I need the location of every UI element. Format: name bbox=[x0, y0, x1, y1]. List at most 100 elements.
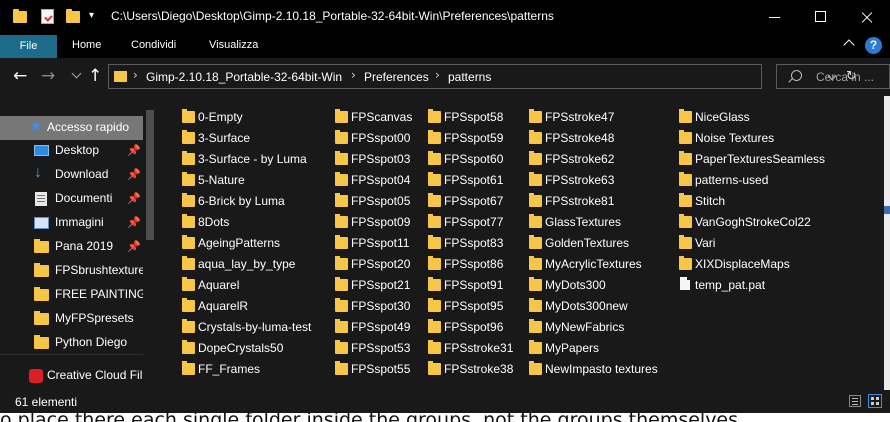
folder-icon bbox=[428, 235, 441, 249]
desktop-background-strip bbox=[884, 96, 890, 390]
sidebar-item-desktop[interactable]: Desktop 📌 bbox=[0, 139, 143, 163]
folder-icon bbox=[335, 256, 348, 270]
folder-icon bbox=[428, 361, 441, 375]
back-arrow-icon[interactable]: ← bbox=[13, 66, 27, 86]
sidebar-item-creative-cloud[interactable]: Creative Cloud Fil bbox=[0, 364, 143, 388]
folder-icon bbox=[529, 319, 542, 333]
tab-file[interactable]: File bbox=[0, 35, 57, 58]
minimize-button[interactable] bbox=[752, 0, 798, 35]
item-label: FPSspot59 bbox=[444, 131, 504, 145]
folder-icon bbox=[182, 235, 195, 249]
item-label: NiceGlass bbox=[695, 110, 750, 124]
sidebar-item-label: Pana 2019 bbox=[55, 239, 114, 253]
sidebar-item-documenti[interactable]: Documenti 📌 bbox=[0, 187, 143, 211]
folder-icon bbox=[335, 319, 348, 333]
tab-visualizza[interactable]: Visualizza bbox=[209, 39, 258, 51]
folder-icon bbox=[529, 235, 542, 249]
quick-access-dropdown-icon[interactable]: ▾ bbox=[89, 10, 94, 21]
download-icon: ↓ bbox=[34, 164, 42, 181]
folder-icon bbox=[428, 172, 441, 186]
sidebar-item-label: Desktop bbox=[55, 143, 100, 157]
item-label: 0-Empty bbox=[198, 110, 243, 124]
sidebar-item-pana-2019[interactable]: Pana 2019 📌 bbox=[0, 235, 143, 259]
pin-icon: 📌 bbox=[127, 241, 141, 253]
folder-icon bbox=[428, 193, 441, 207]
folder-icon bbox=[428, 109, 441, 123]
item-label: FPSspot11 bbox=[351, 236, 410, 250]
item-label: MyAcrylicTextures bbox=[545, 257, 642, 271]
new-folder-icon[interactable] bbox=[66, 9, 80, 23]
sidebar-item-free-painting[interactable]: FREE PAINTING F bbox=[0, 283, 143, 307]
item-label: FPSspot60 bbox=[444, 152, 504, 166]
folder-icon bbox=[335, 214, 348, 228]
desktop-icon bbox=[34, 145, 49, 156]
folder-icon bbox=[679, 256, 692, 270]
search-box[interactable]: Cerca in ... bbox=[776, 64, 890, 89]
pin-icon: 📌 bbox=[127, 145, 141, 157]
item-label: FPSspot67 bbox=[444, 194, 504, 208]
search-input[interactable]: Cerca in ... bbox=[816, 70, 874, 84]
breadcrumb-gimp[interactable]: Gimp-2.10.18_Portable-32-64bit-Win bbox=[146, 70, 342, 84]
item-label: FPSspot09 bbox=[351, 215, 411, 229]
breadcrumb-separator-icon[interactable]: › bbox=[435, 68, 440, 82]
tab-condividi[interactable]: Condividi bbox=[131, 39, 176, 51]
item-label: Noise Textures bbox=[695, 131, 775, 145]
item-label: FPSstroke47 bbox=[545, 110, 615, 124]
item-label: temp_pat.pat bbox=[695, 278, 766, 292]
sidebar-item-myfpspresets[interactable]: MyFPSpresets bbox=[0, 307, 143, 331]
breadcrumb-separator-icon[interactable]: › bbox=[133, 68, 138, 82]
status-bar: 61 elementi bbox=[0, 390, 890, 413]
tab-home[interactable]: Home bbox=[72, 39, 101, 51]
folder-icon bbox=[529, 172, 542, 186]
folder-icon bbox=[679, 214, 692, 228]
sidebar-item-accesso-rapido[interactable]: ★ Accesso rapido bbox=[0, 116, 143, 140]
collapse-ribbon-icon[interactable] bbox=[843, 39, 855, 51]
properties-icon[interactable] bbox=[41, 9, 54, 24]
breadcrumb-preferences[interactable]: Preferences bbox=[364, 70, 429, 84]
folder-icon bbox=[335, 235, 348, 249]
close-button[interactable] bbox=[844, 0, 890, 35]
sidebar-item-immagini[interactable]: Immagini 📌 bbox=[0, 211, 143, 235]
forward-arrow-icon[interactable]: → bbox=[41, 66, 55, 86]
item-label: VanGoghStrokeCol22 bbox=[695, 215, 811, 229]
creative-cloud-icon bbox=[29, 369, 43, 383]
folder-icon bbox=[679, 235, 692, 249]
details-view-icon[interactable] bbox=[849, 395, 861, 407]
folder-icon bbox=[182, 193, 195, 207]
folder-icon bbox=[335, 361, 348, 375]
sidebar-scrollbar[interactable] bbox=[143, 110, 157, 240]
folder-icon bbox=[529, 193, 542, 207]
folder-icon bbox=[182, 214, 195, 228]
pin-icon: 📌 bbox=[127, 193, 141, 205]
help-icon[interactable]: ? bbox=[865, 37, 882, 54]
documents-icon bbox=[35, 192, 47, 206]
item-label: FPSspot04 bbox=[351, 173, 411, 187]
folder-icon bbox=[182, 361, 195, 375]
sidebar-item-label: Download bbox=[55, 167, 109, 181]
up-arrow-icon[interactable]: ↑ bbox=[88, 66, 102, 86]
sidebar-item-label: Accesso rapido bbox=[47, 120, 130, 134]
item-label: FPSstroke62 bbox=[545, 152, 615, 166]
recent-locations-icon[interactable] bbox=[71, 68, 82, 79]
item-label: Stitch bbox=[695, 194, 726, 208]
window-title: C:\Users\Diego\Desktop\Gimp-2.10.18_Port… bbox=[111, 9, 554, 23]
sidebar-item-fpsbrushtexture[interactable]: FPSbrushtexture bbox=[0, 259, 143, 283]
sidebar-item-label: FREE PAINTING F bbox=[55, 287, 143, 301]
sidebar-item-download[interactable]: ↓ Download 📌 bbox=[0, 163, 143, 187]
maximize-button[interactable] bbox=[798, 0, 844, 35]
address-bar[interactable]: › Gimp-2.10.18_Portable-32-64bit-Win › P… bbox=[108, 64, 857, 89]
item-label: MyDots300 bbox=[545, 278, 606, 292]
folder-icon bbox=[335, 109, 348, 123]
sidebar-item-python-diego[interactable]: Python Diego bbox=[0, 331, 143, 355]
item-label: FPSspot86 bbox=[444, 257, 504, 271]
folder-icon bbox=[335, 172, 348, 186]
breadcrumb-patterns[interactable]: patterns bbox=[448, 70, 491, 84]
item-label: 3-Surface - by Luma bbox=[198, 152, 307, 166]
breadcrumb-separator-icon[interactable]: › bbox=[351, 68, 356, 82]
folder-icon bbox=[679, 193, 692, 207]
large-icons-view-icon[interactable] bbox=[868, 394, 882, 408]
scrollbar-thumb[interactable] bbox=[146, 110, 154, 240]
item-label: FPSspot96 bbox=[444, 320, 504, 334]
item-label: MyNewFabrics bbox=[545, 320, 625, 334]
desktop-background-strip bbox=[884, 206, 890, 214]
